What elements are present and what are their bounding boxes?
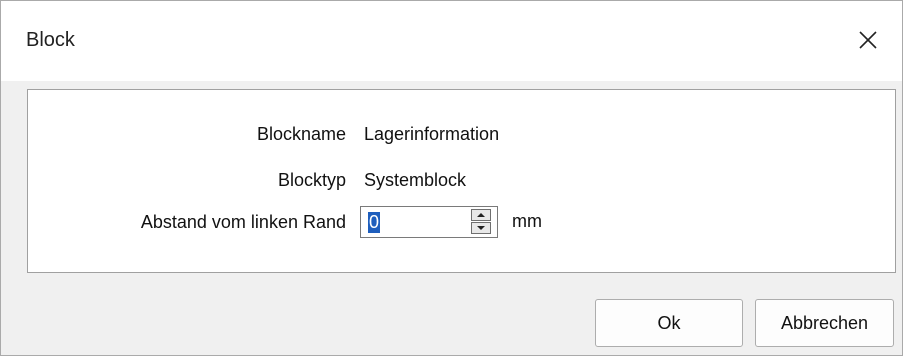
arrow-up-icon bbox=[477, 213, 485, 217]
blocktyp-value: Systemblock bbox=[364, 170, 467, 190]
abstand-input[interactable]: 0 bbox=[368, 212, 381, 233]
cancel-button[interactable]: Abbrechen bbox=[755, 299, 894, 347]
unit-label: mm bbox=[512, 211, 542, 231]
spin-up-button[interactable] bbox=[471, 209, 491, 221]
close-icon bbox=[859, 31, 877, 49]
ok-button[interactable]: Ok bbox=[595, 299, 743, 347]
blocktyp-label: Blocktyp bbox=[277, 170, 346, 190]
blockname-value: Lagerinformation bbox=[364, 124, 500, 144]
abstand-spinbox[interactable]: 0 bbox=[360, 206, 498, 238]
spin-down-button[interactable] bbox=[471, 222, 491, 234]
dialog-title: Block bbox=[26, 29, 75, 51]
settings-panel: Blockname Lagerinformation Blocktyp Syst… bbox=[27, 89, 896, 273]
abstand-label: Abstand vom linken Rand bbox=[140, 212, 346, 232]
blockname-label: Blockname bbox=[256, 124, 346, 144]
spin-buttons bbox=[471, 209, 491, 235]
block-dialog: Block Blockname Lagerinformation Blockty… bbox=[0, 0, 903, 356]
close-button[interactable] bbox=[849, 21, 887, 59]
title-bar: Block bbox=[1, 1, 902, 81]
arrow-down-icon bbox=[477, 226, 485, 230]
